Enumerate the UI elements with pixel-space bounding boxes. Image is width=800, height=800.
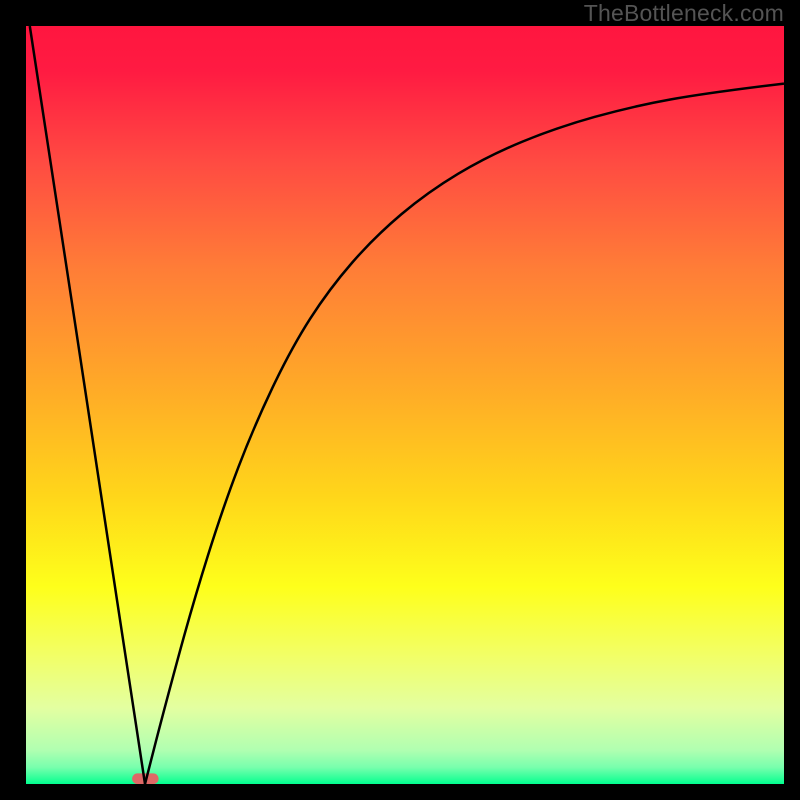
background-gradient [26, 26, 784, 784]
chart-frame: TheBottleneck.com [0, 0, 800, 800]
watermark-label: TheBottleneck.com [584, 0, 784, 27]
bottleneck-chart [26, 26, 784, 784]
